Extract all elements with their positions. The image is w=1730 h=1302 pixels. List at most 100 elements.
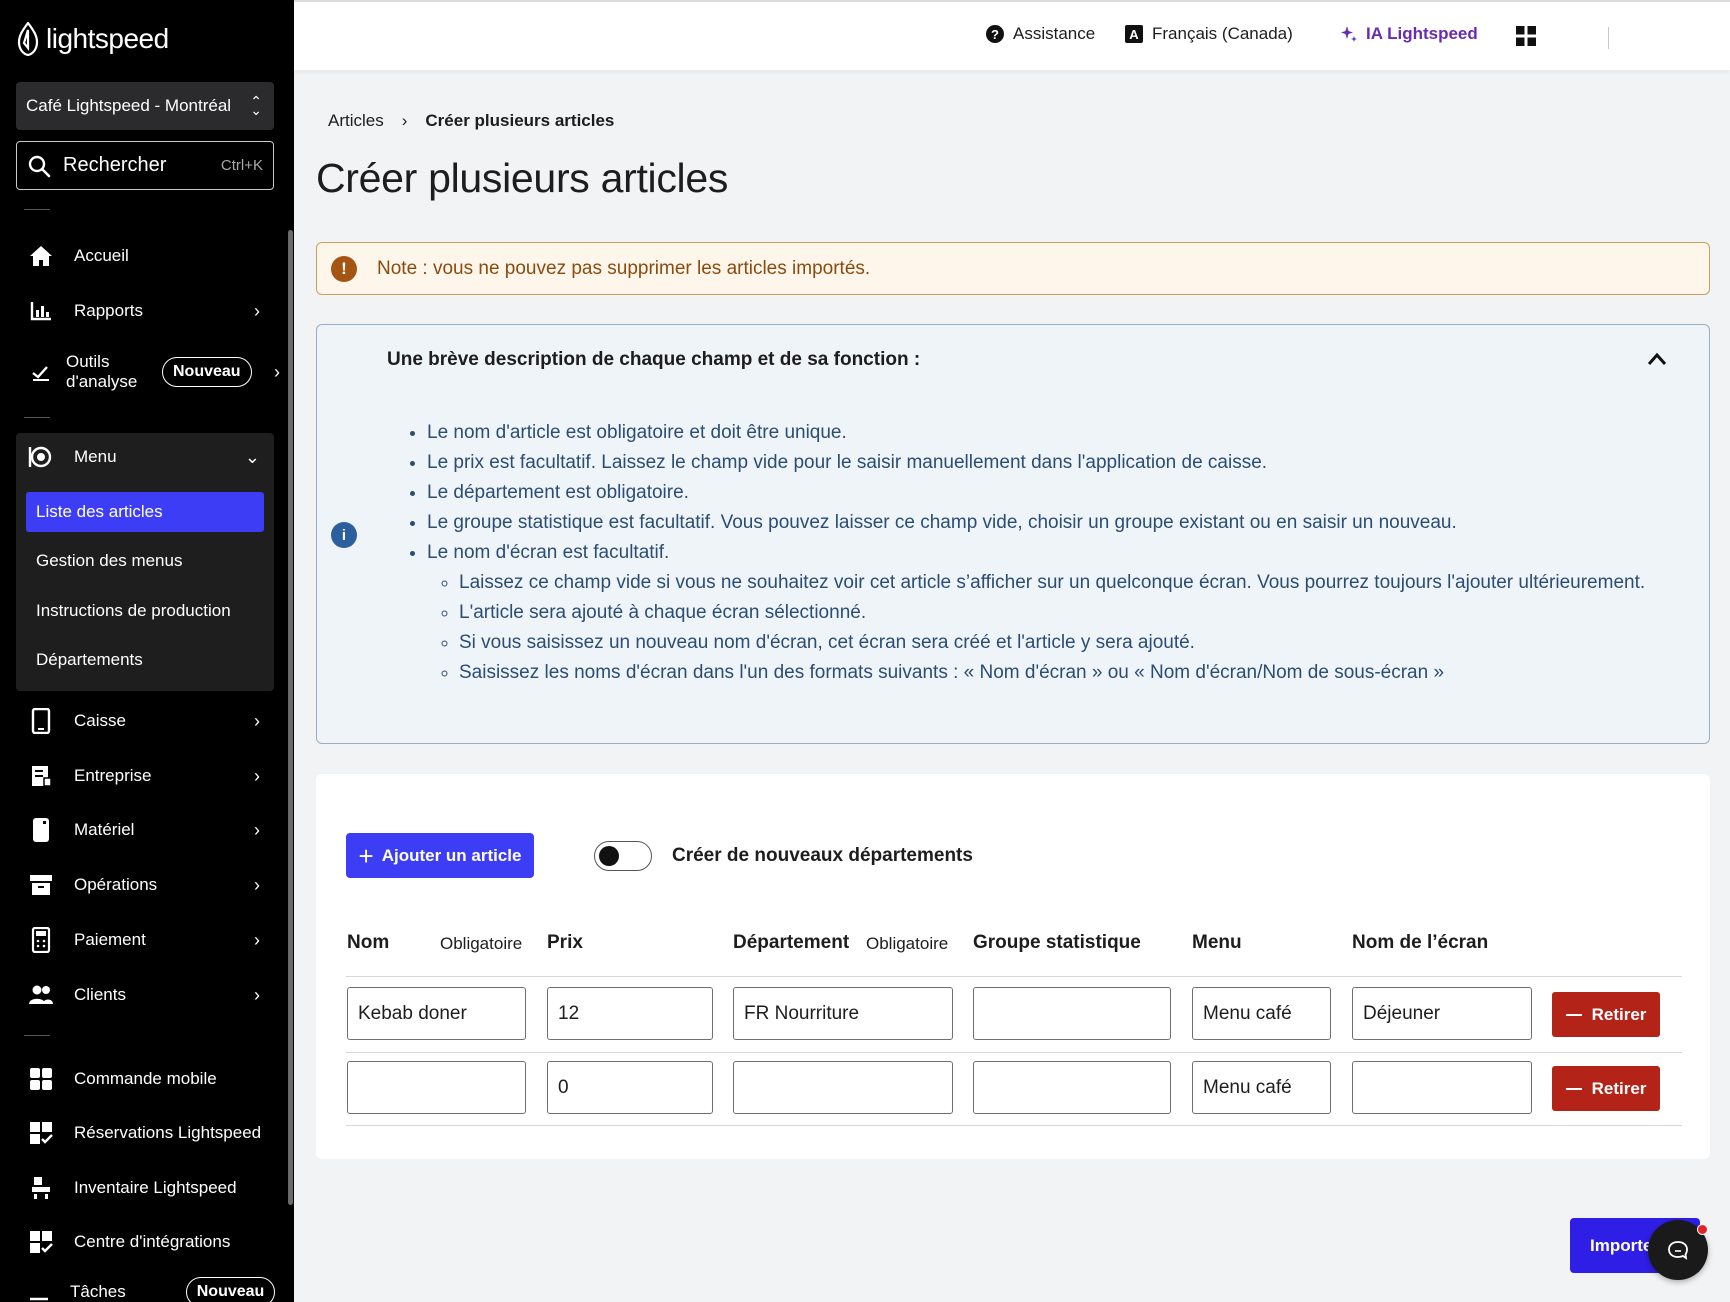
lightspeed-logo[interactable]: lightspeed <box>16 22 169 56</box>
menu-input[interactable] <box>1192 987 1331 1040</box>
chevron-right-icon: › <box>274 361 280 382</box>
col-header-stat-group: Groupe statistique <box>973 932 1141 953</box>
chevron-up-icon[interactable] <box>1647 349 1667 372</box>
nav-clients[interactable]: Clients › <box>16 973 274 1017</box>
name-input[interactable] <box>347 987 526 1040</box>
nav-reservations[interactable]: Réservations Lightspeed <box>16 1111 274 1155</box>
ai-label: IA Lightspeed <box>1366 24 1478 43</box>
col-header-department: Département <box>733 932 850 953</box>
sub-gestion-menus[interactable]: Gestion des menus <box>26 541 264 581</box>
stat-group-input[interactable] <box>973 987 1171 1040</box>
nav-label: Tâches <box>70 1282 126 1301</box>
stat-group-input[interactable] <box>973 1061 1171 1114</box>
remove-row-button[interactable]: Retirer <box>1552 992 1660 1037</box>
sub-list-item: Laissez ce champ vide si vous ne souhait… <box>459 568 1687 598</box>
sparkle-icon <box>1341 26 1357 42</box>
chevron-right-icon: › <box>254 765 260 786</box>
search-shortcut: Ctrl+K <box>220 157 263 174</box>
nav-label: Menu <box>74 447 117 466</box>
nav-menu[interactable]: Menu ⌄ <box>16 433 274 481</box>
breadcrumb-parent[interactable]: Articles <box>328 111 384 131</box>
bar-chart-icon <box>28 298 54 324</box>
divider <box>24 1035 50 1036</box>
create-departments-toggle[interactable] <box>594 841 652 871</box>
nav-paiement[interactable]: Paiement › <box>16 918 274 962</box>
sub-instructions-production[interactable]: Instructions de production <box>26 591 264 631</box>
nav-label: Caisse <box>74 711 126 730</box>
nav-operations[interactable]: Opérations › <box>16 863 274 907</box>
search-button[interactable]: Rechercher Ctrl+K <box>16 141 274 190</box>
price-input[interactable] <box>547 1061 713 1114</box>
chevron-right-icon: › <box>254 819 260 840</box>
business-icon <box>28 763 54 789</box>
nav-outils-analyse[interactable]: Outils d'analyse Nouveau › <box>16 348 280 396</box>
nav-label: Paiement <box>74 930 146 949</box>
divider <box>1608 27 1609 49</box>
nav-label: Clients <box>74 985 126 1004</box>
screen-input[interactable] <box>1352 1061 1532 1114</box>
device-icon <box>28 817 54 843</box>
ai-link[interactable]: IA Lightspeed <box>1340 24 1478 44</box>
home-icon <box>28 243 54 269</box>
sub-liste-articles[interactable]: Liste des articles <box>26 492 264 532</box>
department-input[interactable] <box>733 987 953 1040</box>
warning-icon: ! <box>331 255 357 282</box>
apps-grid-icon <box>1516 26 1536 46</box>
sub-departements[interactable]: Départements <box>26 640 264 680</box>
search-label: Rechercher <box>63 154 167 176</box>
nav-integrations[interactable]: Centre d'intégrations <box>16 1220 274 1264</box>
col-header-screen: Nom de l’écran <box>1352 932 1489 953</box>
reservations-icon <box>28 1120 54 1146</box>
help-label: Assistance <box>1013 24 1096 43</box>
menu-group: Menu ⌄ Liste des articles Gestion des me… <box>16 433 274 691</box>
col-header-price: Prix <box>547 932 583 953</box>
nav-label: Commande mobile <box>74 1069 217 1088</box>
language-selector[interactable]: A Français (Canada) <box>1124 24 1293 44</box>
help-link[interactable]: ? Assistance <box>985 24 1095 44</box>
page-title: Créer plusieurs articles <box>316 155 729 201</box>
nav-label: Opérations <box>74 875 158 894</box>
nav-accueil[interactable]: Accueil <box>16 234 274 278</box>
nav-label: Accueil <box>74 246 129 265</box>
nav-commande-mobile[interactable]: Commande mobile <box>16 1057 274 1101</box>
nav-label: Rapports <box>74 301 143 320</box>
nav-inventaire[interactable]: Inventaire Lightspeed <box>16 1166 274 1210</box>
name-input[interactable] <box>347 1061 526 1114</box>
nav-materiel[interactable]: Matériel › <box>16 808 274 852</box>
nav-label: Centre d'intégrations <box>74 1232 231 1251</box>
divider <box>346 976 1682 977</box>
notification-dot <box>1697 1224 1708 1235</box>
menu-input[interactable] <box>1192 1061 1331 1114</box>
search-icon <box>28 155 51 177</box>
list-item: Le département est obligatoire. <box>427 478 1687 508</box>
flame-logo-icon <box>17 22 39 56</box>
nav-rapports[interactable]: Rapports › <box>16 289 274 333</box>
tasks-icon <box>28 1279 50 1302</box>
remove-row-button[interactable]: Retirer <box>1552 1066 1660 1111</box>
analytics-icon <box>28 359 54 385</box>
divider <box>24 209 50 210</box>
divider <box>24 417 50 418</box>
plus-icon: + <box>358 840 374 871</box>
apps-grid-button[interactable] <box>1516 26 1536 46</box>
store-selector[interactable]: Café Lightspeed - Montréal ⌃ ⌄ <box>16 82 274 130</box>
chevron-right-icon: › <box>254 929 260 950</box>
add-item-button[interactable]: + Ajouter un article <box>346 833 534 878</box>
list-item-text: Le nom d'écran est facultatif. <box>427 542 670 563</box>
screen-input[interactable] <box>1352 987 1532 1040</box>
nav-caisse[interactable]: Caisse › <box>16 699 274 743</box>
price-input[interactable] <box>547 987 713 1040</box>
department-input[interactable] <box>733 1061 953 1114</box>
logo-text: lightspeed <box>46 23 169 54</box>
warning-note: ! Note : vous ne pouvez pas supprimer le… <box>316 242 1710 295</box>
nav-label: Réservations Lightspeed <box>74 1123 262 1142</box>
chat-icon <box>1668 1241 1688 1260</box>
col-header-menu: Menu <box>1192 932 1242 953</box>
add-item-label: Ajouter un article <box>381 845 522 865</box>
language-icon: A <box>1125 25 1143 43</box>
sidebar-scrollbar[interactable] <box>288 230 293 1205</box>
nav-entreprise[interactable]: Entreprise › <box>16 754 274 798</box>
new-badge: Nouveau <box>162 357 252 387</box>
nav-taches[interactable]: Tâches Nouveau <box>16 1270 276 1302</box>
remove-label: Retirer <box>1591 1004 1647 1024</box>
